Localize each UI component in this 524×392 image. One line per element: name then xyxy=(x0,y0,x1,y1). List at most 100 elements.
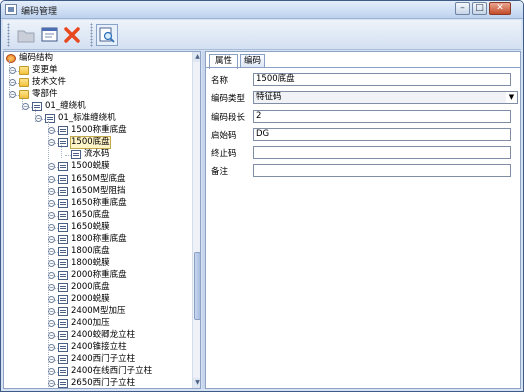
tree-node-label[interactable]: 01_标准缠绕机 xyxy=(58,113,116,124)
tree-node-label[interactable]: 1800蜕膜 xyxy=(71,258,110,269)
tree-node-label[interactable]: 2000底盘 xyxy=(71,282,110,293)
expand-toggle-icon[interactable]: − xyxy=(48,380,55,388)
tree-node[interactable]: − 变更单 xyxy=(4,65,190,76)
tree-node-label[interactable]: 1500称重底盘 xyxy=(71,125,127,136)
minimize-button[interactable]: – xyxy=(455,2,470,15)
tree-node[interactable]: − 2400加压 xyxy=(4,318,190,329)
tree-node-label[interactable]: 2400在线西门子立柱 xyxy=(71,366,152,377)
toolbar-grip-2[interactable] xyxy=(90,23,93,47)
edit-button[interactable] xyxy=(39,24,61,46)
end-code-field[interactable] xyxy=(253,146,511,159)
expand-toggle-icon[interactable]: − xyxy=(48,259,55,267)
tree-node[interactable]: − 1650M型阻挡 xyxy=(4,186,190,197)
expand-toggle-icon[interactable]: − xyxy=(48,296,55,303)
tree-node-label[interactable]: 1650M型阻挡 xyxy=(71,186,125,197)
tree-node[interactable]: − 2000底盘 xyxy=(4,282,190,293)
tree-node-label[interactable]: 变更单 xyxy=(32,65,58,76)
tree-node[interactable]: − 2650西门子立柱 xyxy=(4,378,190,388)
toolbar-grip[interactable] xyxy=(7,23,10,47)
folder-button[interactable] xyxy=(15,24,37,46)
expand-toggle-icon[interactable]: − xyxy=(48,356,55,364)
expand-toggle-icon[interactable]: − xyxy=(48,283,55,291)
tree-node[interactable]: − 2400M型加压 xyxy=(4,306,190,317)
expand-toggle-icon[interactable]: − xyxy=(48,368,55,376)
tree-node-label[interactable]: 2400加压 xyxy=(71,318,110,329)
tree-node[interactable]: 流水码 xyxy=(4,149,190,160)
tree-node-label[interactable]: 流水码 xyxy=(84,149,110,160)
tree-node-label[interactable]: 1650称重底盘 xyxy=(71,198,127,209)
expand-toggle-icon[interactable]: − xyxy=(48,344,55,352)
tree-node-label[interactable]: 2400锥接立柱 xyxy=(71,342,127,353)
expand-toggle-icon[interactable]: − xyxy=(48,187,55,195)
scroll-up-arrow-icon[interactable]: ▲ xyxy=(193,52,200,62)
tree-node-label[interactable]: 1650底盘 xyxy=(71,210,110,221)
expand-toggle-icon[interactable]: − xyxy=(48,127,55,135)
tree-node-label[interactable]: 1500蜕膜 xyxy=(71,161,110,172)
title-bar[interactable]: 编码管理 – □ ✕ xyxy=(1,1,523,19)
tree-node[interactable]: − 01_标准缠绕机 xyxy=(4,113,190,124)
tree-node[interactable]: − 技术文件 xyxy=(4,77,190,88)
length-field[interactable]: 2 xyxy=(253,110,511,123)
expand-toggle-icon[interactable]: − xyxy=(9,91,16,99)
tree-scrollbar[interactable]: ▲ ▼ xyxy=(192,52,200,388)
start-code-field[interactable]: DG xyxy=(253,128,511,141)
tree-node-label[interactable]: 1800底盘 xyxy=(71,246,110,257)
expand-toggle-icon[interactable]: − xyxy=(48,320,55,328)
tree-node[interactable]: − 2400西门子立柱 xyxy=(4,354,190,365)
tree-node-label[interactable]: 2400M型加压 xyxy=(71,306,125,317)
expand-toggle-icon[interactable]: − xyxy=(48,271,55,279)
expand-toggle-icon[interactable]: − xyxy=(22,103,29,111)
tree-node-label[interactable]: 1650M型底盘 xyxy=(71,174,125,185)
close-button[interactable]: ✕ xyxy=(489,2,511,15)
expand-toggle-icon[interactable]: − xyxy=(48,211,55,219)
expand-toggle-icon[interactable]: − xyxy=(35,115,42,123)
tree-node-label-selected[interactable]: 1500底盘 xyxy=(70,136,111,150)
expand-toggle-icon[interactable]: − xyxy=(48,175,55,183)
tree-node[interactable]: − 2400蛟卿龙立柱 xyxy=(4,330,190,341)
scroll-down-arrow-icon[interactable]: ▼ xyxy=(193,378,200,388)
tree-node[interactable]: − 1650底盘 xyxy=(4,210,190,221)
expand-toggle-icon[interactable]: − xyxy=(48,199,55,207)
tab-code[interactable]: 编码 xyxy=(240,54,265,68)
tree-node[interactable]: − 1500蜕膜 xyxy=(4,161,190,172)
expand-toggle-icon[interactable]: − xyxy=(48,223,55,231)
tree-node-label[interactable]: 1650蜕膜 xyxy=(71,222,110,233)
tree-node[interactable]: − 01_缠绕机 xyxy=(4,101,190,112)
dropdown-arrow-icon[interactable]: ▼ xyxy=(506,92,517,103)
code-structure-tree[interactable]: 编码结构 − 变更单 − 技术文件 − 零部件 −01_缠绕机 −01_标准缠绕机 −1500称重… xyxy=(4,52,191,388)
expand-toggle-icon[interactable]: − xyxy=(48,163,55,171)
tree-node-label[interactable]: 零部件 xyxy=(32,89,58,100)
expand-toggle-icon[interactable]: − xyxy=(48,235,55,243)
tree-node[interactable]: − 1650蜕膜 xyxy=(4,222,190,233)
expand-toggle-icon[interactable]: − xyxy=(48,332,55,340)
tree-node[interactable]: − 2000称重底盘 xyxy=(4,270,190,281)
tree-node[interactable]: − 1650称重底盘 xyxy=(4,198,190,209)
tree-node-label[interactable]: 编码结构 xyxy=(19,53,53,64)
name-field[interactable]: 1500底盘 xyxy=(253,73,511,86)
tree-node-label[interactable]: 01_缠绕机 xyxy=(45,101,86,112)
expand-toggle-icon[interactable]: − xyxy=(9,79,16,87)
expand-toggle-icon[interactable]: − xyxy=(48,139,55,147)
note-field[interactable] xyxy=(253,164,511,177)
tree-node[interactable]: − 1800蜕膜 xyxy=(4,258,190,269)
tree-node[interactable]: − 1650M型底盘 xyxy=(4,174,190,185)
expand-toggle-icon[interactable]: − xyxy=(9,67,16,75)
tree-node-label[interactable]: 1800称重底盘 xyxy=(71,234,127,245)
expand-toggle-icon[interactable]: − xyxy=(48,308,55,316)
preview-button[interactable] xyxy=(96,24,118,46)
tree-node[interactable]: − 2000蜕膜 xyxy=(4,294,190,305)
tree-node[interactable]: − 1800底盘 xyxy=(4,246,190,257)
tree-node-label[interactable]: 2400西门子立柱 xyxy=(71,354,135,365)
tree-node[interactable]: − 1500称重底盘 xyxy=(4,125,190,136)
tree-node[interactable]: − 1500底盘 xyxy=(4,136,190,150)
expand-toggle-icon[interactable]: − xyxy=(48,247,55,255)
tree-node[interactable]: − 2400在线西门子立柱 xyxy=(4,366,190,377)
tree-node-label[interactable]: 2000蜕膜 xyxy=(71,294,110,305)
tree-node-label[interactable]: 2650西门子立柱 xyxy=(71,378,135,388)
tree-node-label[interactable]: 2400蛟卿龙立柱 xyxy=(71,330,135,341)
tree-node[interactable]: − 零部件 xyxy=(4,89,190,100)
scroll-thumb[interactable] xyxy=(194,252,200,320)
tree-node-label[interactable]: 技术文件 xyxy=(32,77,66,88)
tree-node[interactable]: − 1800称重底盘 xyxy=(4,234,190,245)
tree-node[interactable]: − 2400锥接立柱 xyxy=(4,342,190,353)
